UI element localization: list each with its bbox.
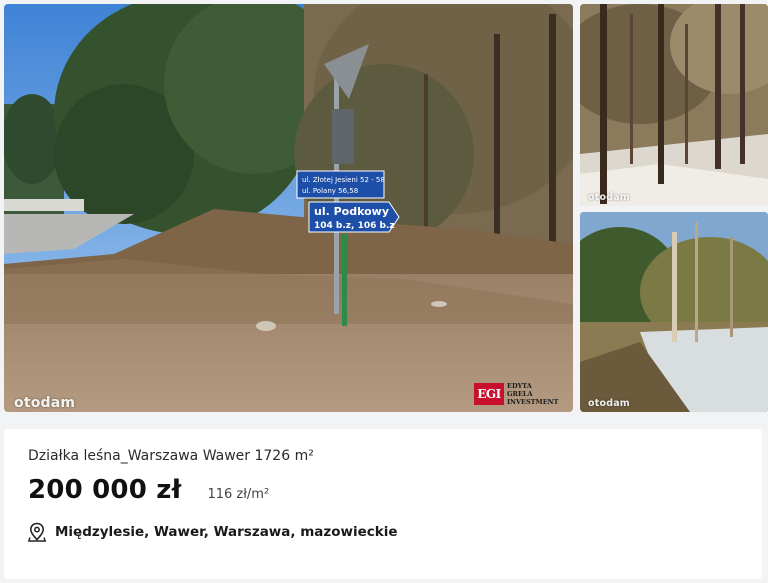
otodom-watermark: otodam	[14, 395, 76, 411]
side-photo-top[interactable]: otodam	[580, 4, 768, 206]
agency-logo-name: EDYTA GRELA INVESTMENT	[507, 382, 559, 406]
main-photo[interactable]: ul. Złotej Jesieni 52 - 58 ul. Polany 56…	[4, 4, 573, 412]
side-photo-bottom[interactable]: otodam	[580, 212, 768, 412]
price-per-square-meter: 116 zł/m²	[207, 487, 270, 502]
location-row: Międzylesie, Wawer, Warszawa, mazowiecki…	[28, 522, 398, 542]
sign-street-top: ul. Złotej Jesieni 52 - 58	[302, 176, 385, 184]
side-photo-top-image	[580, 4, 768, 206]
listing-location: Międzylesie, Wawer, Warszawa, mazowiecki…	[55, 524, 398, 540]
map-pin-icon	[28, 522, 46, 542]
photo-gallery: ul. Złotej Jesieni 52 - 58 ul. Polany 56…	[0, 0, 768, 414]
listing-card[interactable]: Działka leśna_Warszawa Wawer 1726 m² 200…	[4, 429, 762, 579]
agency-logo-mark: EGI	[474, 383, 504, 405]
sign-street-numbers: 104 b.z, 106 b.z	[314, 221, 395, 231]
side-photo-bottom-image	[580, 212, 768, 412]
otodom-watermark-bottom: otodam	[588, 398, 630, 409]
sign-street-main: ul. Podkowy	[314, 205, 389, 218]
price-row: 200 000 zł 116 zł/m²	[28, 475, 269, 505]
listing-price: 200 000 zł	[28, 475, 182, 505]
sign-street-middle: ul. Polany 56,58	[302, 187, 358, 195]
agency-logo: EGI EDYTA GRELA INVESTMENT	[474, 382, 559, 406]
main-photo-image: ul. Złotej Jesieni 52 - 58 ul. Polany 56…	[4, 4, 573, 412]
otodom-watermark-top: otodam	[588, 192, 630, 203]
listing-title[interactable]: Działka leśna_Warszawa Wawer 1726 m²	[28, 448, 314, 464]
